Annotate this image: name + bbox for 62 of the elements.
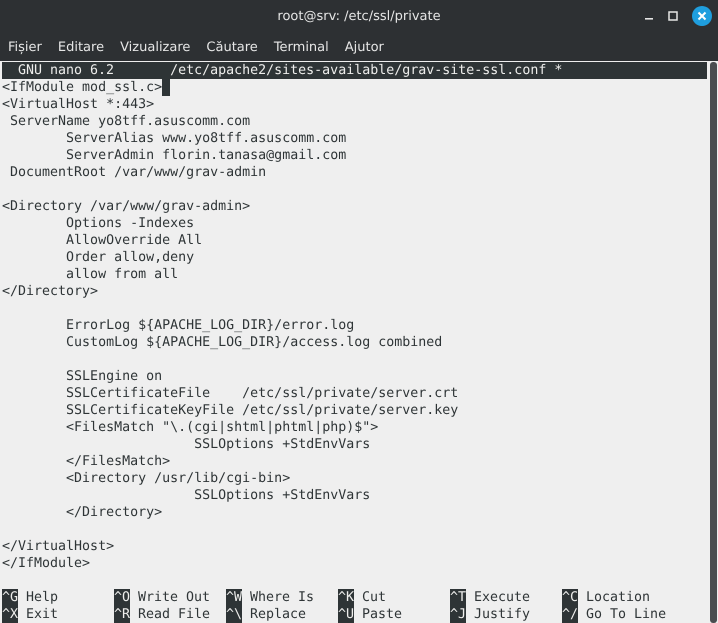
window-title: root@srv: /etc/ssl/private: [276, 9, 442, 24]
code-line: ServerAdmin florin.tanasa@gmail.com: [65, 147, 346, 164]
shortcut-key: ^O: [114, 589, 130, 606]
menu-item[interactable]: Editare: [58, 40, 104, 54]
code-line: Options -Indexes: [65, 215, 194, 232]
code-line: </FilesMatch>: [65, 453, 170, 470]
shortcut-key: ^J: [450, 606, 466, 623]
shortcut-key: ^U: [338, 606, 354, 623]
code-line: Order allow,deny: [65, 249, 194, 266]
code-line: </VirtualHost>: [2, 538, 114, 555]
shortcut-key: ^K: [338, 589, 354, 606]
code-line: DocumentRoot /var/www/grav-admin: [9, 164, 266, 181]
code-line: <Directory /usr/lib/cgi-bin>: [65, 470, 290, 487]
shortcut-label: Exit: [26, 606, 58, 623]
code-line: SSLCertificateKeyFile /etc/ssl/private/server.key: [65, 402, 458, 419]
shortcut-label: Help: [26, 589, 58, 606]
shortcut-key: ^R: [114, 606, 130, 623]
scrollbar[interactable]: [710, 62, 716, 623]
shortcut-label: Execute: [474, 589, 530, 606]
code-line: ServerName yo8tff.asuscomm.com: [9, 113, 250, 130]
code-line: </Directory>: [2, 283, 98, 300]
maximize-icon[interactable]: [668, 11, 678, 21]
shortcut-label: Go To Line: [586, 606, 666, 623]
code-line: </IfModule>: [2, 555, 90, 572]
shortcut-label: Read File: [138, 606, 210, 623]
code-line: <Directory /var/www/grav-admin>: [2, 198, 250, 215]
code-line: <VirtualHost *:443>: [2, 96, 154, 113]
shortcut-label: Cut: [362, 589, 386, 606]
code-line: </Directory>: [65, 504, 162, 521]
shortcut-label: Location: [586, 589, 650, 606]
code-line: SSLOptions +StdEnvVars: [193, 436, 370, 453]
shortcut-key: ^G: [2, 589, 18, 606]
close-icon[interactable]: [692, 6, 712, 26]
menu-item[interactable]: Căutare: [206, 40, 258, 54]
menu-item[interactable]: Vizualizare: [120, 40, 190, 54]
modified-mark: *: [554, 62, 562, 79]
code-line: SSLEngine on: [65, 368, 162, 385]
code-line: ServerAlias www.yo8tff.asuscomm.com: [65, 130, 346, 147]
file-name: /etc/apache2/sites-available/grav-site-ssl.conf: [170, 62, 546, 79]
menu-item[interactable]: Ajutor: [344, 40, 384, 54]
code-line: SSLCertificateFile /etc/ssl/private/server.crt: [65, 385, 458, 402]
code-line: <FilesMatch "\.(cgi|shtml|phtml|php)$">: [65, 419, 378, 436]
shortcut-key: ^\: [226, 606, 242, 623]
shortcut-key: ^X: [2, 606, 18, 623]
menu-item[interactable]: Fișier: [8, 40, 42, 54]
shortcut-label: Paste: [362, 606, 402, 623]
shortcut-key: ^C: [562, 589, 578, 606]
shortcut-key: ^/: [562, 606, 578, 623]
code-line: AllowOverride All: [65, 232, 202, 249]
shortcut-key: ^T: [450, 589, 466, 606]
menu-item[interactable]: Terminal: [274, 40, 329, 54]
code-line: SSLOptions +StdEnvVars: [193, 487, 370, 504]
shortcut-key: ^W: [226, 589, 242, 606]
shortcut-label: Justify: [474, 606, 530, 623]
code-line: ErrorLog ${APACHE_LOG_DIR}/error.log: [65, 317, 354, 334]
code-line: <IfModule mod_ssl.c>: [2, 79, 162, 96]
code-line: allow from all: [65, 266, 178, 283]
shortcut-label: Where Is: [250, 589, 314, 606]
shortcut-label: Write Out: [138, 589, 210, 606]
code-line: CustomLog ${APACHE_LOG_DIR}/access.log combined: [65, 334, 442, 351]
shortcut-label: Replace: [250, 606, 306, 623]
app-version: GNU nano 6.2: [18, 62, 114, 79]
